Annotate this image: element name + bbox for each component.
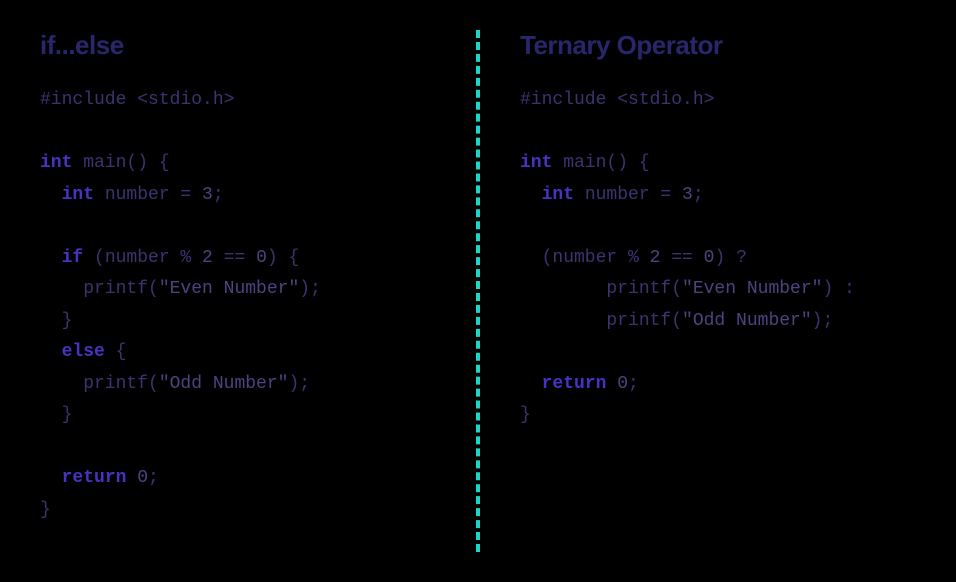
code-text: ) { — [267, 248, 299, 268]
code-text: (number % — [83, 248, 202, 268]
number-literal: 2 — [202, 248, 213, 268]
code-text — [126, 468, 137, 488]
code-text: printf( — [520, 311, 682, 331]
number-literal: 0 — [617, 374, 628, 394]
number-literal: 3 — [682, 185, 693, 205]
left-title: if...else — [40, 30, 436, 61]
keyword-return: return — [542, 374, 607, 394]
code-text: number = — [574, 185, 682, 205]
code-text: } — [40, 500, 51, 520]
code-text: == — [660, 248, 703, 268]
number-literal: 3 — [202, 185, 213, 205]
number-literal: 0 — [704, 248, 715, 268]
code-text: ; — [213, 185, 224, 205]
code-text: ; — [693, 185, 704, 205]
code-text: ); — [812, 311, 834, 331]
code-text: == — [213, 248, 256, 268]
keyword-int: int — [520, 153, 552, 173]
code-text: printf( — [40, 374, 159, 394]
number-literal: 0 — [137, 468, 148, 488]
keyword-else: else — [62, 342, 105, 362]
code-text: number = — [94, 185, 202, 205]
code-text: } — [520, 405, 531, 425]
string-literal: "Even Number" — [682, 279, 822, 299]
right-column: Ternary Operator #include <stdio.h> int … — [480, 30, 916, 552]
code-text: (number % — [520, 248, 650, 268]
left-column: if...else #include <stdio.h> int main() … — [40, 30, 476, 552]
code-text: { — [105, 342, 127, 362]
code-text: ; — [628, 374, 639, 394]
keyword-if: if — [62, 248, 84, 268]
number-literal: 2 — [650, 248, 661, 268]
keyword-int: int — [542, 185, 574, 205]
code-text: ) ? — [714, 248, 746, 268]
code-text: ) : — [822, 279, 854, 299]
string-literal: "Even Number" — [159, 279, 299, 299]
right-title: Ternary Operator — [520, 30, 916, 61]
code-text: printf( — [40, 279, 159, 299]
code-text — [606, 374, 617, 394]
code-text: ); — [288, 374, 310, 394]
left-code-block: #include <stdio.h> int main() { int numb… — [40, 85, 436, 526]
keyword-int: int — [62, 185, 94, 205]
keyword-int: int — [40, 153, 72, 173]
code-text: main() { — [552, 153, 649, 173]
keyword-return: return — [62, 468, 127, 488]
code-text: } — [40, 405, 72, 425]
code-text: ); — [299, 279, 321, 299]
string-literal: "Odd Number" — [159, 374, 289, 394]
code-line: #include <stdio.h> — [40, 90, 234, 110]
code-text: ; — [148, 468, 159, 488]
code-text: } — [40, 311, 72, 331]
string-literal: "Odd Number" — [682, 311, 812, 331]
number-literal: 0 — [256, 248, 267, 268]
code-text: main() { — [72, 153, 169, 173]
code-line: #include <stdio.h> — [520, 90, 714, 110]
right-code-block: #include <stdio.h> int main() { int numb… — [520, 85, 916, 432]
code-text: printf( — [520, 279, 682, 299]
